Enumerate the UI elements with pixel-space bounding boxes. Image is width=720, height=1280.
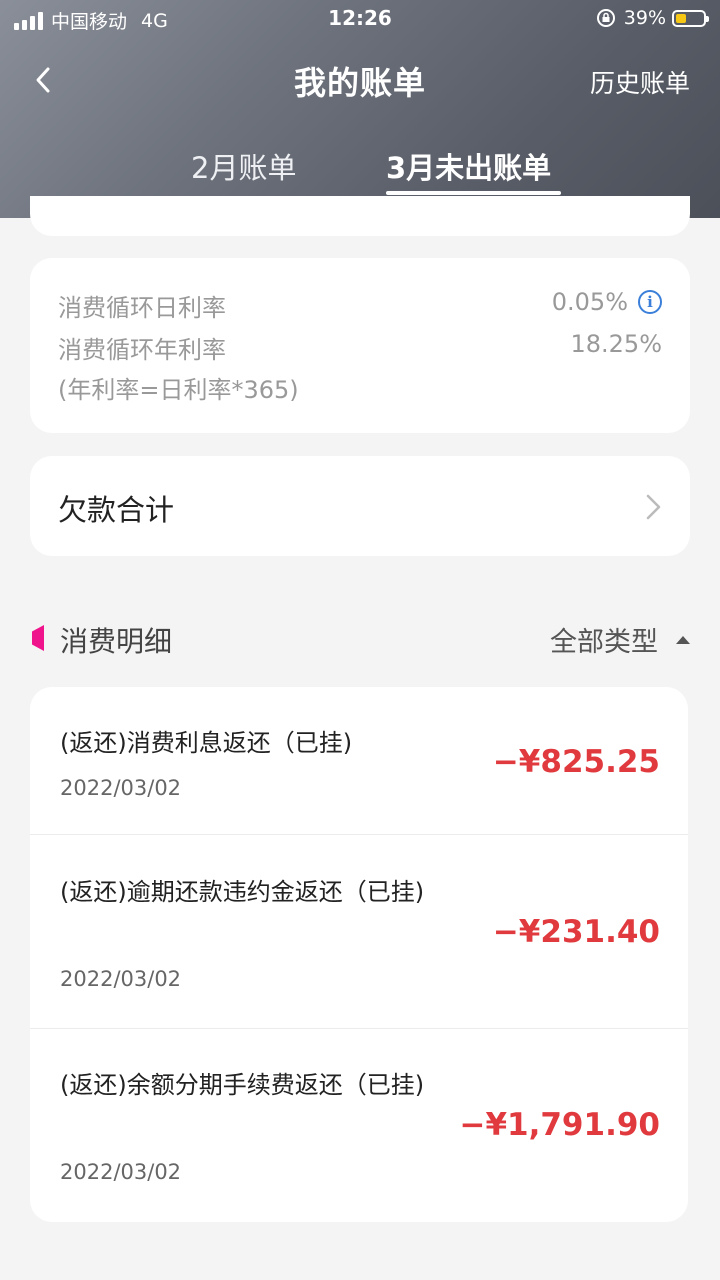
rotation-lock-icon xyxy=(596,9,615,27)
transaction-description: (返还)消费利息返还（已挂) xyxy=(60,729,353,757)
tab-feb-bill[interactable]: 2月账单 xyxy=(191,145,296,187)
chevron-right-icon xyxy=(646,494,661,520)
transaction-amount: −¥231.40 xyxy=(492,914,660,950)
transaction-date: 2022/03/02 xyxy=(60,776,182,800)
interest-rate-card: 消费循环日利率 0.05% i 消费循环年利率 18.25% (年利率=日利率*… xyxy=(30,258,690,433)
rate-formula: (年利率=日利率*365) xyxy=(58,376,299,404)
transaction-row[interactable]: (返还)消费利息返还（已挂) 2022/03/02 −¥825.25 xyxy=(30,687,688,835)
transaction-description: (返还)逾期还款违约金返还（已挂) xyxy=(60,878,425,906)
transaction-date: 2022/03/02 xyxy=(60,967,182,991)
debt-total-card[interactable]: 欠款合计 xyxy=(30,456,690,556)
caret-up-icon xyxy=(676,635,690,644)
status-right: 39% xyxy=(596,7,709,29)
section-marker xyxy=(32,625,44,651)
daily-rate-value: 0.05% xyxy=(551,288,628,316)
details-title: 消费明细 xyxy=(60,625,173,658)
status-bar: 中国移动 4G 12:26 39% xyxy=(0,0,720,38)
history-bills-link[interactable]: 历史账单 xyxy=(590,64,690,100)
row-divider xyxy=(30,834,688,835)
annual-rate-label: 消费循环年利率 xyxy=(58,336,226,364)
type-filter-label: 全部类型 xyxy=(550,627,658,658)
transaction-row[interactable]: (返还)逾期还款违约金返还（已挂) 2022/03/02 −¥231.40 xyxy=(30,836,688,1029)
transaction-description: (返还)余额分期手续费返还（已挂) xyxy=(60,1071,425,1099)
active-tab-indicator xyxy=(386,191,561,195)
tab-mar-unbilled[interactable]: 3月未出账单 xyxy=(386,145,551,187)
row-divider xyxy=(30,1028,688,1029)
type-filter[interactable]: 全部类型 xyxy=(550,620,690,659)
battery-icon xyxy=(672,9,709,27)
annual-rate-value: 18.25% xyxy=(570,330,662,358)
info-icon[interactable]: i xyxy=(638,290,662,314)
transaction-date: 2022/03/02 xyxy=(60,1160,182,1184)
battery-fill xyxy=(676,13,687,23)
transaction-amount: −¥825.25 xyxy=(492,744,660,780)
daily-rate-label: 消费循环日利率 xyxy=(58,294,226,322)
debt-total-label: 欠款合计 xyxy=(58,493,175,527)
transaction-amount: −¥1,791.90 xyxy=(459,1107,660,1143)
battery-percent: 39% xyxy=(623,7,666,29)
header: 中国移动 4G 12:26 39% 我的账单 历史账单 2月账单 3月未出账单 xyxy=(0,0,720,218)
transaction-list: (返还)消费利息返还（已挂) 2022/03/02 −¥825.25 (返还)逾… xyxy=(30,687,688,1222)
transaction-row[interactable]: (返还)余额分期手续费返还（已挂) 2022/03/02 −¥1,791.90 xyxy=(30,1030,688,1222)
previous-card-edge xyxy=(30,196,690,236)
